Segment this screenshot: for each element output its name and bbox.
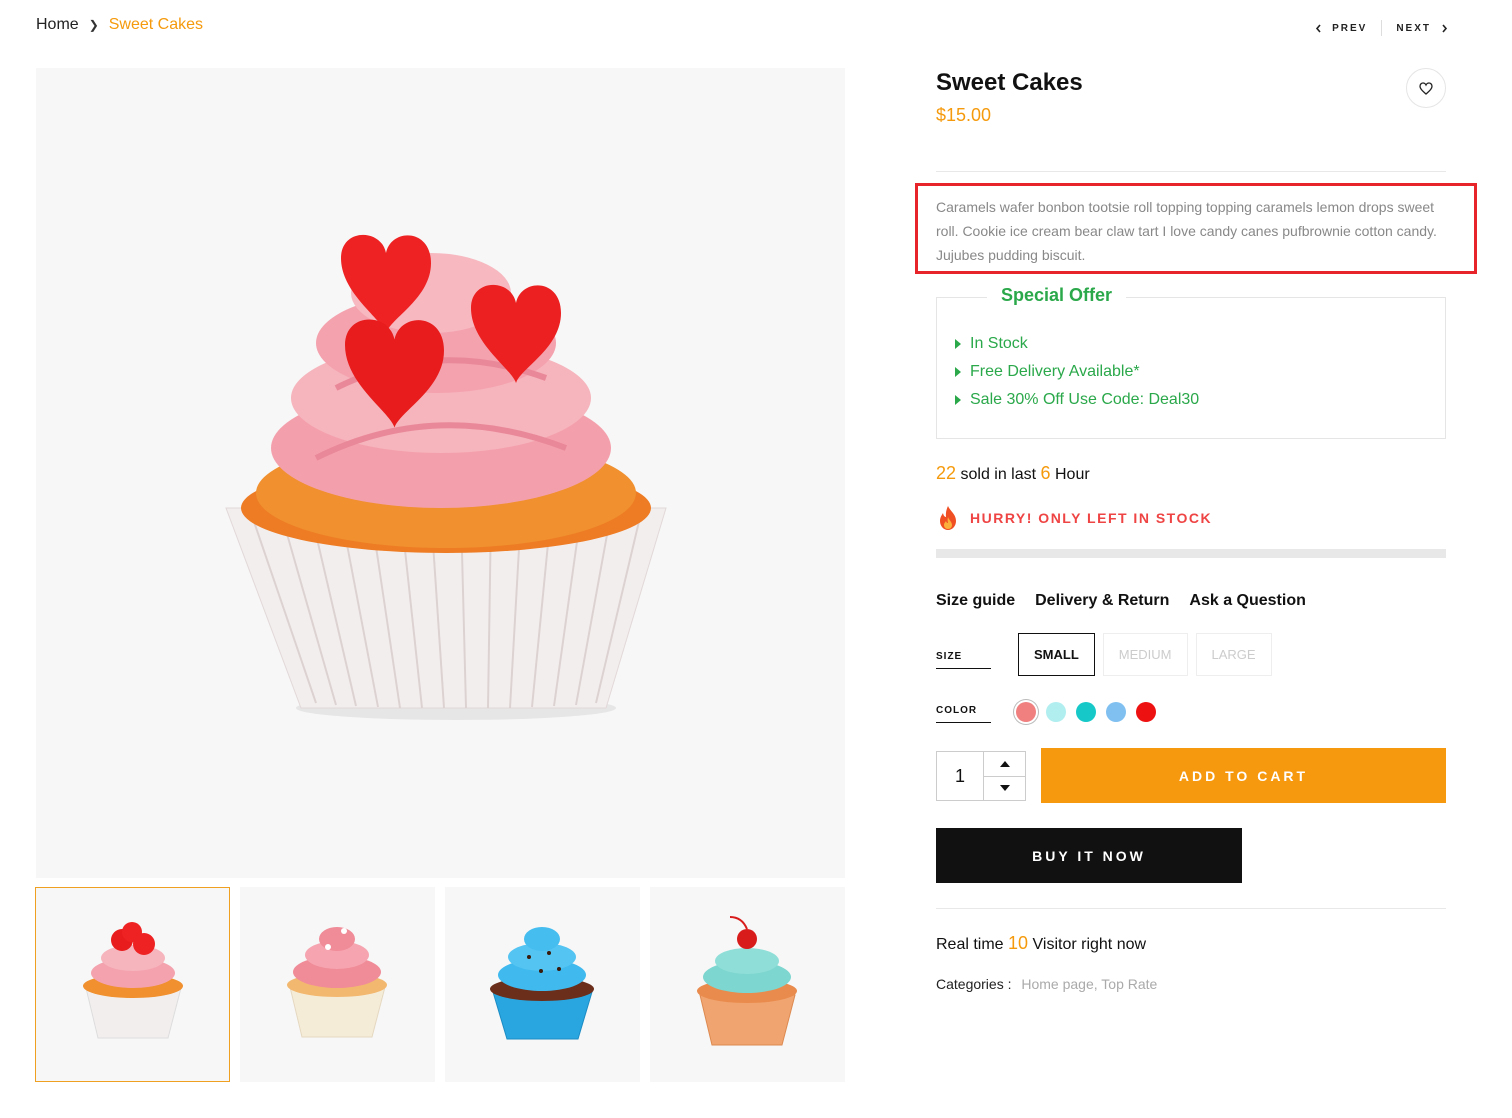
quantity-decrease-button[interactable]: [984, 775, 1025, 801]
product-price: $15.00: [936, 105, 992, 125]
list-item: Sale 30% Off Use Code: Deal30: [955, 386, 1199, 414]
product-pager: PREV NEXT: [1315, 20, 1448, 36]
divider: [936, 908, 1446, 909]
stock-progress-bar: [936, 549, 1446, 558]
quantity-arrows: [983, 752, 1025, 800]
prev-label: PREV: [1332, 22, 1368, 34]
special-offer-title: Special Offer: [987, 285, 1127, 306]
breadcrumb-current: Sweet Cakes: [108, 16, 204, 33]
breadcrumb: Home ❯ Sweet Cakes: [36, 16, 203, 34]
color-swatch[interactable]: [1046, 702, 1066, 722]
visitor-counter: Real time 10 Visitor right now: [936, 933, 1146, 954]
color-label: COLOR: [936, 705, 991, 723]
stock-progress-fill: [936, 549, 1446, 558]
chevron-right-icon: [1442, 23, 1448, 33]
product-title: Sweet Cakes: [936, 69, 1083, 96]
triangle-right-icon: [955, 339, 961, 349]
thumbnail-2[interactable]: [240, 887, 435, 1082]
triangle-right-icon: [955, 395, 961, 405]
next-link[interactable]: NEXT: [1396, 23, 1448, 34]
wishlist-button[interactable]: [1406, 68, 1446, 108]
cupcake-thumbnail-image: [697, 916, 797, 1046]
visitor-count: 10: [1008, 933, 1029, 953]
fire-icon: [940, 506, 956, 530]
sold-unit: Hour: [1055, 466, 1090, 483]
sold-counter: 22 sold in last 6 Hour: [936, 463, 1090, 484]
sold-text: sold in last: [960, 466, 1037, 483]
highlight-box: [915, 183, 1477, 274]
prev-link[interactable]: PREV: [1315, 23, 1367, 34]
triangle-right-icon: [955, 367, 961, 377]
color-swatch[interactable]: [1076, 702, 1096, 722]
size-guide-link[interactable]: Size guide: [936, 592, 1015, 610]
size-option-small[interactable]: SMALL: [1018, 633, 1095, 676]
offer-item-label: In Stock: [970, 335, 1028, 352]
color-swatch[interactable]: [1016, 702, 1036, 722]
divider: [936, 171, 1446, 172]
hurry-text: HURRY! ONLY LEFT IN STOCK: [970, 510, 1213, 526]
buy-now-button[interactable]: BUY IT NOW: [936, 828, 1242, 883]
delivery-return-link[interactable]: Delivery & Return: [1035, 592, 1169, 610]
size-option-medium[interactable]: MEDIUM: [1102, 633, 1188, 676]
cupcake-thumbnail-image: [490, 927, 594, 1040]
color-swatch[interactable]: [1106, 702, 1126, 722]
chevron-left-icon: [1316, 23, 1321, 33]
quantity-increase-button[interactable]: [984, 752, 1025, 776]
offer-item-label: Sale 30% Off Use Code: Deal30: [970, 391, 1200, 408]
thumbnail-1[interactable]: [35, 887, 230, 1082]
special-offer-box: Special Offer In Stock Free Delivery Ava…: [936, 285, 1446, 439]
size-options: SMALL MEDIUM LARGE: [1018, 633, 1272, 676]
color-options: [1016, 702, 1156, 722]
sold-count: 22: [936, 463, 957, 483]
thumbnail-4[interactable]: [650, 887, 845, 1082]
caret-up-icon: [999, 760, 1010, 767]
categories: Categories : Home page, Top Rate: [936, 976, 1157, 992]
cupcake-thumbnail-image: [287, 927, 387, 1038]
main-product-image[interactable]: [36, 68, 845, 878]
offer-item-label: Free Delivery Available*: [970, 363, 1140, 380]
size-label: SIZE: [936, 651, 991, 669]
breadcrumb-home-link[interactable]: Home: [36, 16, 79, 34]
special-offer-list: In Stock Free Delivery Available* Sale 3…: [955, 330, 1199, 414]
list-item: Free Delivery Available*: [955, 358, 1199, 386]
categories-label: Categories :: [936, 976, 1012, 992]
thumbnail-strip: [35, 887, 845, 1082]
heart-icon: [1419, 81, 1433, 95]
visitor-suffix: Visitor right now: [1032, 936, 1147, 953]
categories-links[interactable]: Home page, Top Rate: [1021, 976, 1157, 992]
cupcake-thumbnail-image: [83, 922, 183, 1039]
add-to-cart-button[interactable]: ADD TO CART: [1041, 748, 1446, 803]
visitor-prefix: Real time: [936, 936, 1004, 953]
color-swatch[interactable]: [1136, 702, 1156, 722]
list-item: In Stock: [955, 330, 1199, 358]
product-info: Sweet Cakes $15.00 Caramels wafer bonbon…: [936, 68, 1446, 992]
cupcake-image: [225, 234, 667, 720]
ask-question-link[interactable]: Ask a Question: [1189, 592, 1305, 610]
size-option-large[interactable]: LARGE: [1195, 633, 1272, 676]
quantity-stepper: 1: [936, 751, 1026, 801]
stock-warning: HURRY! ONLY LEFT IN STOCK: [936, 505, 1212, 531]
next-label: NEXT: [1396, 22, 1431, 34]
sold-hours: 6: [1040, 463, 1051, 483]
thumbnail-3[interactable]: [445, 887, 640, 1082]
quantity-input[interactable]: 1: [937, 752, 983, 800]
info-links: Size guide Delivery & Return Ask a Quest…: [936, 592, 1306, 610]
pager-divider: [1381, 20, 1383, 36]
caret-down-icon: [999, 785, 1010, 792]
chevron-right-icon: ❯: [88, 18, 99, 32]
